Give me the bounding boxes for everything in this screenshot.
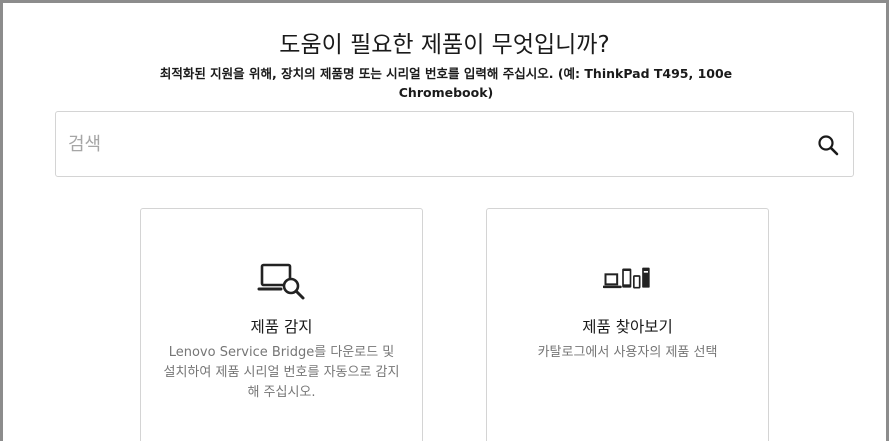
detect-product-card[interactable]: 제품 감지 Lenovo Service Bridge를 다운로드 및 설치하여… <box>140 208 423 441</box>
page-subtitle: 최적화된 지원을 위해, 장치의 제품명 또는 시리얼 번호를 입력해 주십시오… <box>159 66 733 100</box>
browse-products-card[interactable]: 제품 찾아보기 카탈로그에서 사용자의 제품 선택 <box>486 208 769 441</box>
support-panel: 도움이 필요한 제품이 무엇입니까? 최적화된 지원을 위해, 장치의 제품명 … <box>0 0 889 441</box>
detect-product-description: Lenovo Service Bridge를 다운로드 및 설치하여 제품 시리… <box>163 345 400 400</box>
browse-products-description: 카탈로그에서 사용자의 제품 선택 <box>537 345 718 360</box>
search-box[interactable] <box>55 111 854 177</box>
laptop-magnifier-icon <box>257 263 304 300</box>
devices-icon <box>602 267 650 289</box>
search-icon[interactable] <box>817 134 839 156</box>
browse-products-title: 제품 찾아보기 <box>582 318 673 336</box>
page-title: 도움이 필요한 제품이 무엇입니까? <box>279 32 610 58</box>
detect-product-title: 제품 감지 <box>250 318 313 336</box>
search-input[interactable] <box>68 112 798 176</box>
